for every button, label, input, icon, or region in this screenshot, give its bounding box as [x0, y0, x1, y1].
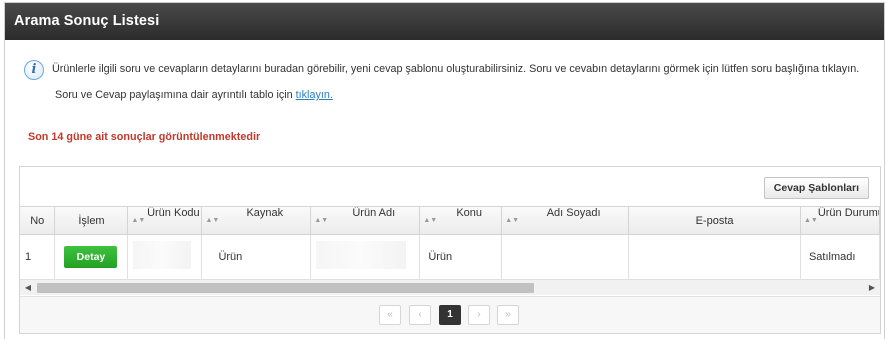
redacted-product-code: [133, 241, 192, 270]
cell-status: Satılmadı: [800, 234, 881, 279]
results-table: No İşlem ▲▼ Ürün Kodu ▲▼ Kaynak ▲▼ Ürün Adı…: [20, 207, 881, 279]
sort-icon: ▲▼: [803, 217, 818, 224]
next-page-button[interactable]: ›: [468, 305, 490, 325]
info-icon: i: [24, 60, 44, 80]
cell-subject: Ürün: [419, 234, 503, 279]
cell-no: 1: [20, 234, 56, 279]
col-header-email: E-posta: [628, 207, 801, 235]
col-header-full-name[interactable]: ▲▼ Adı Soyadı: [501, 207, 630, 235]
grid-toolbar: Cevap Şablonları: [20, 167, 880, 207]
sort-icon: ▲▼: [131, 217, 146, 224]
sort-icon: ▲▼: [505, 217, 520, 224]
sort-icon: ▲▼: [205, 217, 220, 224]
info-text-line2: Soru ve Cevap paylaşımına dair ayrıntılı…: [55, 89, 333, 101]
cell-action: Detay: [54, 234, 129, 279]
cell-source: Ürün: [201, 234, 312, 279]
info-message: i Ürünlerle ilgili soru ve cevapların de…: [24, 60, 859, 80]
horizontal-scrollbar[interactable]: ◀ ▶: [20, 279, 880, 295]
cell-product-code: [127, 234, 203, 279]
col-header-subject[interactable]: ▲▼ Konu: [419, 207, 503, 235]
panel-title: Arama Sonuç Listesi: [5, 3, 884, 40]
scrollbar-thumb[interactable]: [37, 283, 534, 293]
scroll-left-arrow-icon[interactable]: ◀: [20, 280, 36, 296]
info-text-line1: Ürünlerle ilgili soru ve cevapların deta…: [52, 63, 860, 75]
col-header-product-code[interactable]: ▲▼ Ürün Kodu: [127, 207, 203, 235]
results-grid: Cevap Şablonları No İşlem ▲▼ Ürün Kodu ▲▼…: [19, 166, 881, 334]
prev-page-button[interactable]: ‹: [409, 305, 431, 325]
answer-templates-button[interactable]: Cevap Şablonları: [763, 177, 869, 199]
sort-icon: ▲▼: [314, 217, 329, 224]
redacted-product-name: [316, 241, 407, 270]
details-link[interactable]: tıklayın.: [296, 89, 333, 101]
col-header-status[interactable]: ▲▼ Ürün Durumu: [800, 207, 881, 235]
col-header-product-name[interactable]: ▲▼ Ürün Adı: [310, 207, 421, 235]
sort-icon: ▲▼: [423, 217, 438, 224]
col-header-no: No: [20, 207, 56, 235]
cell-product-name: [310, 234, 421, 279]
info-line2-prefix: Soru ve Cevap paylaşımına dair ayrıntılı…: [55, 89, 293, 101]
col-header-source[interactable]: ▲▼ Kaynak: [201, 207, 312, 235]
cell-full-name: [501, 234, 630, 279]
date-range-notice: Son 14 güne ait sonuçlar görüntülenmekte…: [28, 131, 261, 143]
col-header-action: İşlem: [54, 207, 129, 235]
table-header-row: No İşlem ▲▼ Ürün Kodu ▲▼ Kaynak ▲▼ Ürün Adı…: [20, 207, 881, 235]
first-page-button[interactable]: «: [379, 305, 401, 325]
last-page-button[interactable]: »: [497, 305, 519, 325]
answer-templates-label: Cevap Şablonları: [773, 182, 859, 194]
search-results-panel: Arama Sonuç Listesi i Ürünlerle ilgili s…: [4, 2, 885, 339]
table-row: 1 Detay Ürün Ürün Satılmadı: [20, 234, 881, 279]
page-1-button[interactable]: 1: [439, 305, 461, 325]
cell-email: [628, 234, 801, 279]
pagination: « ‹ 1 › »: [20, 296, 880, 333]
detail-button[interactable]: Detay: [64, 245, 118, 268]
scroll-right-arrow-icon[interactable]: ▶: [864, 280, 880, 296]
